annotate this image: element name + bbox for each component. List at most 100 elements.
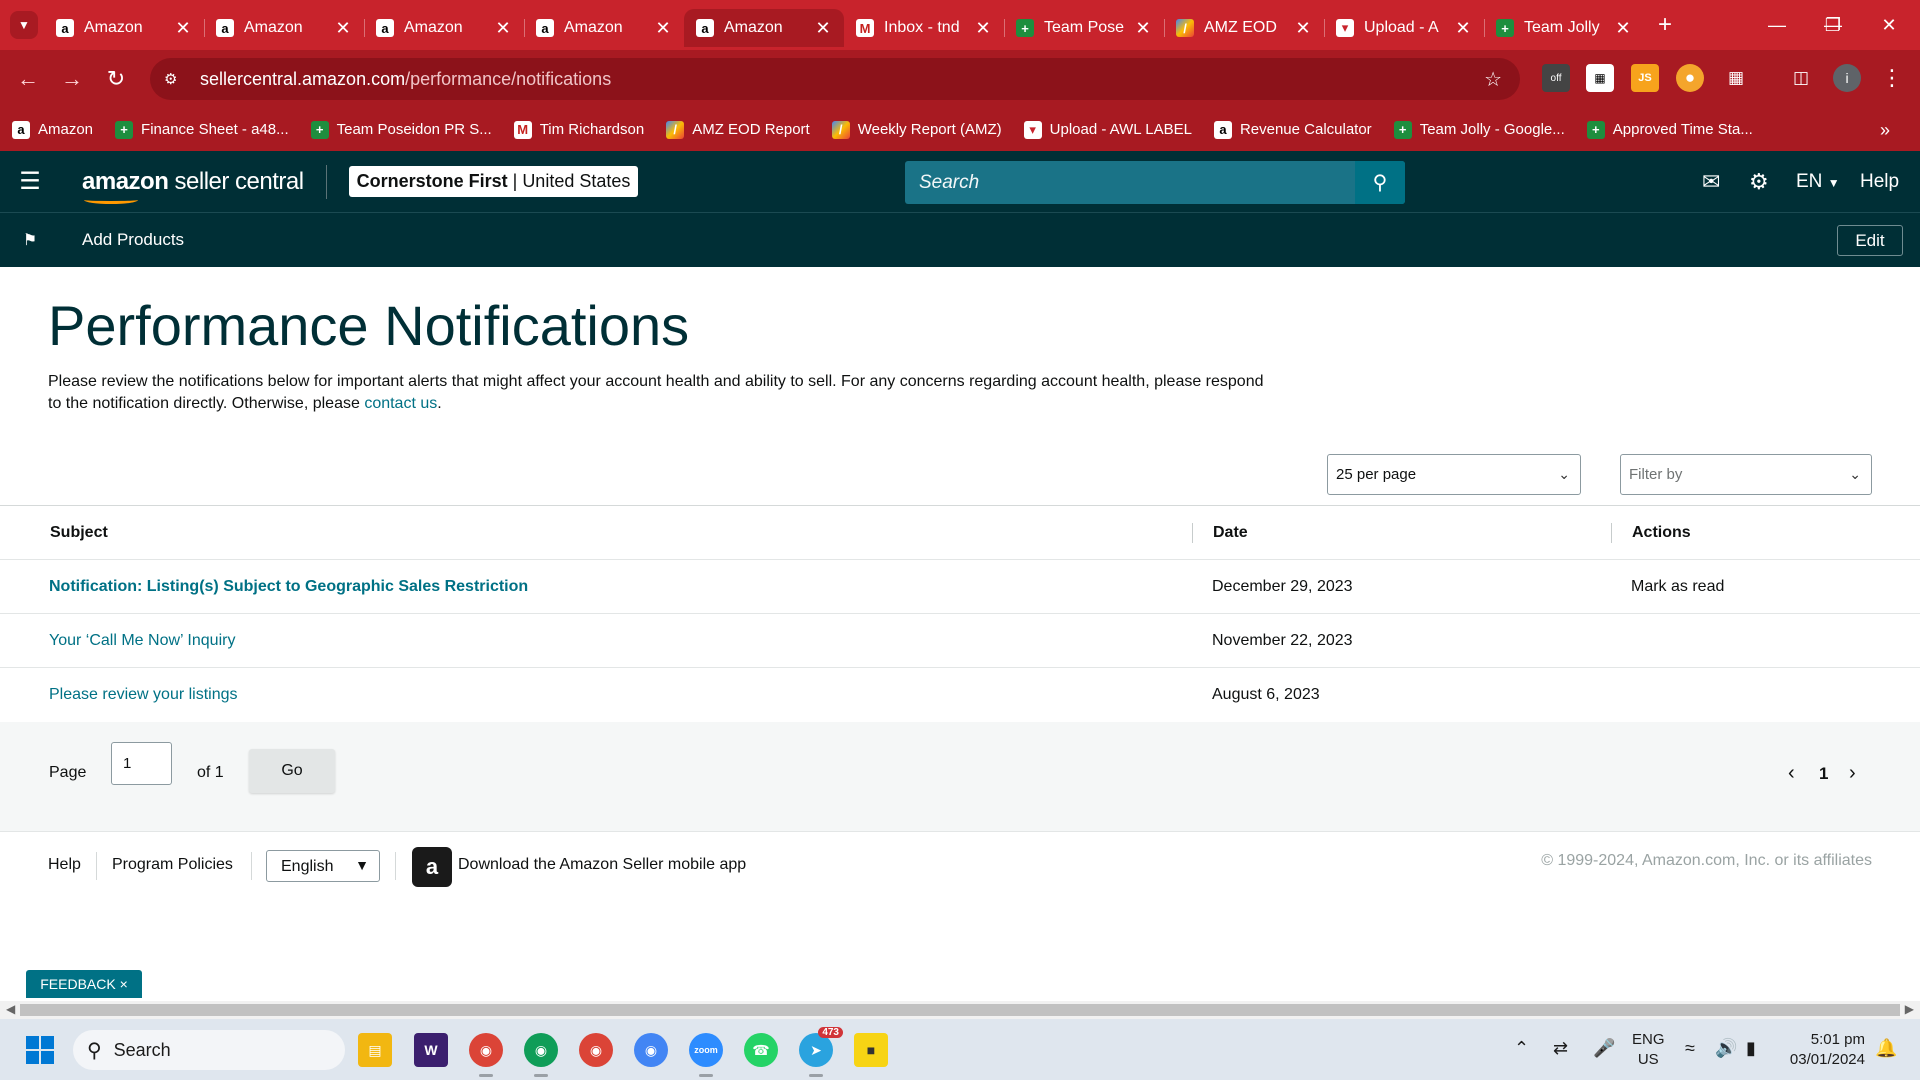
browser-tab[interactable]: M Inbox - tnd ✕: [844, 9, 1005, 47]
close-tab-icon[interactable]: ✕: [494, 18, 512, 39]
mark-as-read-link[interactable]: Mark as read: [1631, 560, 1724, 614]
notification-bell-icon[interactable]: 🔔: [1875, 1038, 1897, 1059]
search-button[interactable]: ⚲: [1355, 161, 1405, 204]
contact-us-link[interactable]: contact us: [364, 395, 437, 412]
edit-button[interactable]: Edit: [1837, 225, 1903, 256]
browser-tab[interactable]: / AMZ EOD ✕: [1164, 9, 1325, 47]
browser-tab[interactable]: a Amazon ✕: [204, 9, 365, 47]
program-policies-link[interactable]: Program Policies: [112, 856, 233, 874]
close-tab-icon[interactable]: ✕: [1614, 18, 1632, 39]
bookmark-icon[interactable]: ⚑: [0, 230, 60, 250]
bookmark-item[interactable]: + Team Poseidon PR S...: [310, 120, 492, 139]
bookmark-item[interactable]: a Revenue Calculator: [1213, 120, 1372, 139]
footer-help-link[interactable]: Help: [48, 856, 81, 874]
download-app-link[interactable]: Download the Amazon Seller mobile app: [458, 856, 746, 874]
qr-code-icon[interactable]: ▦: [1586, 64, 1614, 92]
minimize-icon[interactable]: —: [1752, 8, 1802, 42]
taskbar-search[interactable]: ⚲ Search: [73, 1030, 345, 1070]
chrome-icon[interactable]: ◉: [579, 1033, 613, 1067]
bookmark-item[interactable]: + Approved Time Sta...: [1586, 120, 1753, 139]
bookmark-item[interactable]: + Team Jolly - Google...: [1393, 120, 1565, 139]
seller-central-logo[interactable]: amazon seller central: [82, 168, 304, 204]
close-tab-icon[interactable]: ✕: [654, 18, 672, 39]
browser-tab[interactable]: ▾ Upload - A ✕: [1324, 9, 1485, 47]
seller-app-icon[interactable]: a: [412, 847, 452, 887]
input-language[interactable]: ENG US: [1632, 1030, 1665, 1070]
show-hidden-icons-chevron[interactable]: ⌃: [1514, 1038, 1529, 1059]
side-panel-icon[interactable]: ◫: [1787, 64, 1815, 92]
battery-icon[interactable]: ▮: [1746, 1038, 1756, 1059]
color-picker-icon[interactable]: ●: [1676, 64, 1704, 92]
zoom-icon[interactable]: zoom: [689, 1033, 723, 1077]
close-tab-icon[interactable]: ✕: [174, 18, 192, 39]
scrollbar-thumb[interactable]: [20, 1004, 1900, 1016]
chrome-icon[interactable]: ◉: [524, 1033, 558, 1077]
notification-subject-link[interactable]: Notification: Listing(s) Subject to Geog…: [49, 560, 528, 614]
scroll-left-icon[interactable]: ◀: [6, 1002, 15, 1016]
store-switcher[interactable]: Cornerstone First | United States: [348, 166, 639, 197]
restore-icon[interactable]: ❐: [1808, 8, 1858, 42]
back-icon[interactable]: ←: [6, 57, 50, 101]
settings-gear-icon[interactable]: ⚙: [1749, 169, 1769, 195]
new-tab-icon[interactable]: +: [1658, 11, 1672, 39]
date-header[interactable]: Date: [1213, 506, 1248, 560]
browser-tab[interactable]: a Amazon ✕: [524, 9, 684, 47]
bookmark-item[interactable]: ▾ Upload - AWL LABEL: [1023, 120, 1192, 139]
chevron-right-icon[interactable]: ›: [1849, 762, 1856, 785]
bookmark-item[interactable]: / AMZ EOD Report: [666, 120, 810, 139]
browser-tab[interactable]: + Team Jolly ✕: [1484, 9, 1644, 47]
current-page-number[interactable]: 1: [1819, 764, 1828, 784]
reload-icon[interactable]: ↻: [94, 57, 138, 101]
forward-icon[interactable]: →: [50, 57, 94, 101]
site-info-icon[interactable]: ⚙: [164, 70, 186, 88]
close-tab-icon[interactable]: ✕: [1134, 18, 1152, 39]
go-button[interactable]: Go: [249, 749, 335, 793]
bookmark-item[interactable]: + Finance Sheet - a48...: [115, 120, 289, 139]
chrome-icon[interactable]: ◉: [634, 1033, 668, 1067]
microphone-icon[interactable]: 🎤: [1593, 1038, 1615, 1059]
footer-language-select[interactable]: English ▼: [266, 850, 380, 882]
more-bookmarks-icon[interactable]: »: [1880, 120, 1890, 141]
network-toggle-icon[interactable]: ⇄: [1553, 1038, 1568, 1059]
scroll-right-icon[interactable]: ▶: [1905, 1002, 1914, 1016]
search-input[interactable]: [905, 161, 1355, 204]
browser-tab[interactable]: + Team Pose ✕: [1004, 9, 1165, 47]
close-tab-icon[interactable]: ✕: [1454, 18, 1472, 39]
language-selector[interactable]: EN ▼: [1796, 171, 1840, 193]
bookmark-item[interactable]: M Tim Richardson: [513, 120, 644, 139]
notification-subject-link[interactable]: Your ‘Call Me Now’ Inquiry: [49, 614, 235, 668]
w-app-icon[interactable]: W: [414, 1033, 448, 1067]
add-products-link[interactable]: Add Products: [82, 230, 184, 250]
page-number-input[interactable]: 1: [111, 742, 172, 785]
profile-avatar[interactable]: i: [1833, 64, 1861, 92]
bookmark-item[interactable]: a Amazon: [12, 120, 93, 139]
filter-select[interactable]: Filter by ⌄: [1620, 454, 1872, 495]
wifi-icon[interactable]: ≈: [1685, 1038, 1695, 1059]
bookmark-star-icon[interactable]: ☆: [1484, 67, 1502, 92]
chevron-left-icon[interactable]: ‹: [1788, 762, 1795, 785]
hamburger-menu-icon[interactable]: ☰: [0, 167, 60, 196]
sticky-notes-icon[interactable]: ■: [854, 1033, 888, 1067]
close-tab-icon[interactable]: ✕: [974, 18, 992, 39]
file-explorer-icon[interactable]: ▤: [358, 1033, 392, 1067]
close-window-icon[interactable]: ✕: [1864, 8, 1914, 42]
browser-menu-icon[interactable]: ⋮: [1878, 64, 1906, 92]
browser-tab[interactable]: a Amazon ✕: [364, 9, 525, 47]
close-tab-icon[interactable]: ✕: [1294, 18, 1312, 39]
mail-icon[interactable]: ✉: [1702, 169, 1720, 195]
extensions-icon[interactable]: ▦: [1722, 64, 1750, 92]
horizontal-scrollbar[interactable]: ◀ ▶: [0, 1001, 1920, 1019]
bookmark-item[interactable]: / Weekly Report (AMZ): [831, 120, 1002, 139]
system-clock[interactable]: 5:01 pm 03/01/2024: [1785, 1030, 1865, 1070]
subject-header[interactable]: Subject: [50, 506, 108, 560]
per-page-select[interactable]: 25 per page ⌄: [1327, 454, 1581, 495]
notification-subject-link[interactable]: Please review your listings: [49, 668, 238, 722]
tab-search-icon[interactable]: ▼: [10, 11, 38, 39]
close-tab-icon[interactable]: ✕: [334, 18, 352, 39]
url-bar[interactable]: ⚙ sellercentral.amazon.com/performance/n…: [150, 58, 1520, 100]
extension-off-icon[interactable]: off: [1542, 64, 1570, 92]
browser-tab-active[interactable]: a Amazon ✕: [684, 9, 844, 47]
help-link[interactable]: Help: [1860, 171, 1899, 193]
browser-tab[interactable]: a Amazon ✕: [44, 9, 205, 47]
whatsapp-icon[interactable]: ☎: [744, 1033, 778, 1067]
